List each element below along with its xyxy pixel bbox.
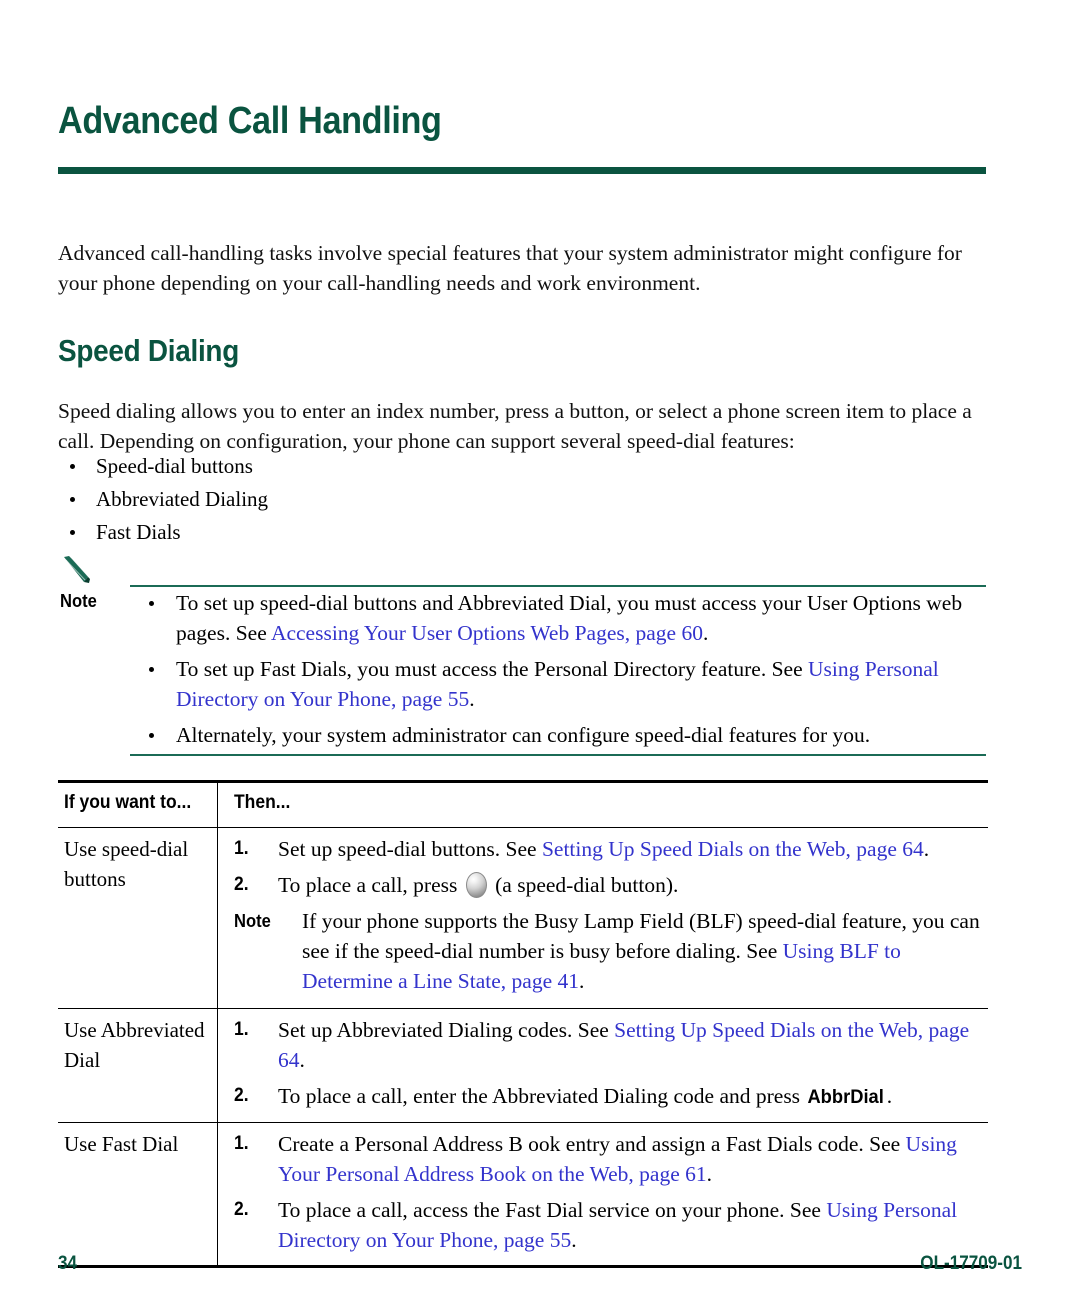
- chapter-intro-paragraph: Advanced call-handling tasks involve spe…: [58, 241, 962, 295]
- softkey-label: AbbrDial: [807, 1086, 885, 1108]
- note-text-before: Alternately, your system administrator c…: [176, 723, 871, 747]
- cross-reference-link[interactable]: Setting Up Speed Dials on the Web, page …: [542, 837, 924, 861]
- step-item: 2. To place a call, access the Fast Dial…: [234, 1195, 984, 1255]
- table-header-cell-action: Then...: [218, 783, 988, 827]
- step-text-before: To place a call, access the Fast Dial se…: [278, 1198, 827, 1222]
- step-text-after: .: [706, 1162, 713, 1186]
- step-item: 1. Set up speed-dial buttons. See Settin…: [234, 834, 984, 864]
- step-number: 1.: [234, 1019, 249, 1040]
- title-underline-rule: [58, 167, 986, 174]
- row-label: Use Abbreviated Dial: [64, 1018, 205, 1072]
- table-cell-condition: Use speed-dial buttons: [58, 828, 218, 1008]
- row-label: Use Fast Dial: [64, 1132, 179, 1156]
- step-item: 1. Create a Personal Address B ook entry…: [234, 1129, 984, 1189]
- note-text-after: .: [469, 687, 475, 711]
- step-text: To place a call, access the Fast Dial se…: [278, 1195, 984, 1255]
- bullet-icon: [149, 601, 154, 606]
- note-item-text: To set up Fast Dials, you must access th…: [176, 654, 986, 714]
- step-text-before: Create a Personal Address B ook entry an…: [278, 1132, 906, 1156]
- step-text-before: Set up speed-dial buttons. See: [278, 837, 542, 861]
- step-text: Set up speed-dial buttons. See Setting U…: [278, 834, 984, 864]
- bullet-icon: [149, 733, 154, 738]
- table-cell-action: 1. Create a Personal Address B ook entry…: [218, 1123, 988, 1265]
- step-text-before: To place a call, enter the Abbreviated D…: [278, 1084, 806, 1108]
- list-item: Abbreviated Dialing: [58, 483, 758, 516]
- step-text-before: To place a call, press: [278, 873, 463, 897]
- section-intro-paragraph: Speed dialing allows you to enter an ind…: [58, 399, 972, 453]
- inline-note-label: Note: [234, 911, 271, 931]
- cross-reference-link[interactable]: Accessing Your User Options Web Pages, p…: [271, 621, 703, 645]
- note-item: Alternately, your system administrator c…: [146, 720, 986, 750]
- table-header-row: If you want to... Then...: [58, 780, 988, 828]
- note-top-rule: [130, 585, 986, 587]
- page-title: Advanced Call Handling: [58, 100, 442, 142]
- column-header-label: Then...: [234, 792, 291, 813]
- step-item: 1. Set up Abbreviated Dialing codes. See…: [234, 1015, 984, 1075]
- table-row: Use Fast Dial 1. Create a Personal Addre…: [58, 1123, 988, 1268]
- step-number: 1.: [234, 1133, 249, 1154]
- step-text: Set up Abbreviated Dialing codes. See Se…: [278, 1015, 984, 1075]
- step-item: 2. To place a call, press (a speed-dial …: [234, 870, 984, 900]
- step-text-after: .: [923, 837, 930, 861]
- step-text-after: .: [886, 1084, 893, 1108]
- list-item-label: Speed-dial buttons: [96, 454, 253, 478]
- note-bottom-rule: [130, 754, 986, 756]
- note-label: Note: [60, 591, 97, 611]
- footer-page-number: 34: [58, 1253, 78, 1274]
- column-header-label: If you want to...: [64, 792, 192, 813]
- list-item: Speed-dial buttons: [58, 450, 758, 483]
- row-label: Use speed-dial buttons: [64, 837, 189, 891]
- list-item-label: Fast Dials: [96, 520, 181, 544]
- step-text: To place a call, press (a speed-dial but…: [278, 870, 984, 900]
- inline-note: Note If your phone supports the Busy Lam…: [234, 906, 984, 996]
- bullet-icon: [70, 530, 75, 535]
- inline-note-after: .: [579, 969, 585, 993]
- list-item: Fast Dials: [58, 516, 758, 549]
- table-cell-action: 1. Set up speed-dial buttons. See Settin…: [218, 828, 988, 1008]
- step-text-before: Set up Abbreviated Dialing codes. See: [278, 1018, 615, 1042]
- step-text-after: .: [299, 1048, 305, 1072]
- table-cell-action: 1. Set up Abbreviated Dialing codes. See…: [218, 1009, 988, 1122]
- step-item: 2. To place a call, enter the Abbreviate…: [234, 1081, 984, 1112]
- table-header-cell-condition: If you want to...: [58, 783, 218, 827]
- note-text-after: .: [702, 621, 709, 645]
- step-number: 1.: [234, 838, 249, 859]
- note-item-text: To set up speed-dial buttons and Abbrevi…: [176, 588, 986, 648]
- note-text-before: To set up Fast Dials, you must access th…: [176, 657, 808, 681]
- footer-document-id: OL-17709-01: [920, 1253, 1022, 1274]
- note-item-list: To set up speed-dial buttons and Abbrevi…: [146, 588, 986, 756]
- table-row: Use speed-dial buttons 1. Set up speed-d…: [58, 828, 988, 1009]
- procedure-table: If you want to... Then... Use speed-dial…: [58, 780, 988, 1268]
- speed-dial-button-icon: [465, 872, 487, 898]
- bullet-icon: [149, 667, 154, 672]
- section-heading-speed-dialing: Speed Dialing: [58, 333, 239, 368]
- table-row: Use Abbreviated Dial 1. Set up Abbreviat…: [58, 1009, 988, 1123]
- note-item-text: Alternately, your system administrator c…: [176, 720, 986, 750]
- table-cell-condition: Use Fast Dial: [58, 1123, 218, 1265]
- step-text-after: (a speed-dial button).: [489, 873, 679, 897]
- step-number: 2.: [234, 874, 249, 895]
- step-number: 2.: [234, 1199, 249, 1220]
- pencil-icon: [64, 556, 90, 583]
- inline-note-text: If your phone supports the Busy Lamp Fie…: [302, 906, 984, 996]
- step-text-after: .: [571, 1228, 577, 1252]
- bullet-icon: [70, 464, 75, 469]
- note-item: To set up Fast Dials, you must access th…: [146, 654, 986, 714]
- bullet-icon: [70, 497, 75, 502]
- list-item-label: Abbreviated Dialing: [96, 487, 269, 511]
- step-number: 2.: [234, 1085, 249, 1106]
- document-page: Advanced Call Handling Advanced call-han…: [0, 0, 1080, 1311]
- speed-dial-feature-list: Speed-dial buttons Abbreviated Dialing F…: [58, 450, 758, 549]
- table-cell-condition: Use Abbreviated Dial: [58, 1009, 218, 1122]
- step-text: Create a Personal Address B ook entry an…: [278, 1129, 984, 1189]
- step-text: To place a call, enter the Abbreviated D…: [278, 1081, 984, 1112]
- note-item: To set up speed-dial buttons and Abbrevi…: [146, 588, 986, 648]
